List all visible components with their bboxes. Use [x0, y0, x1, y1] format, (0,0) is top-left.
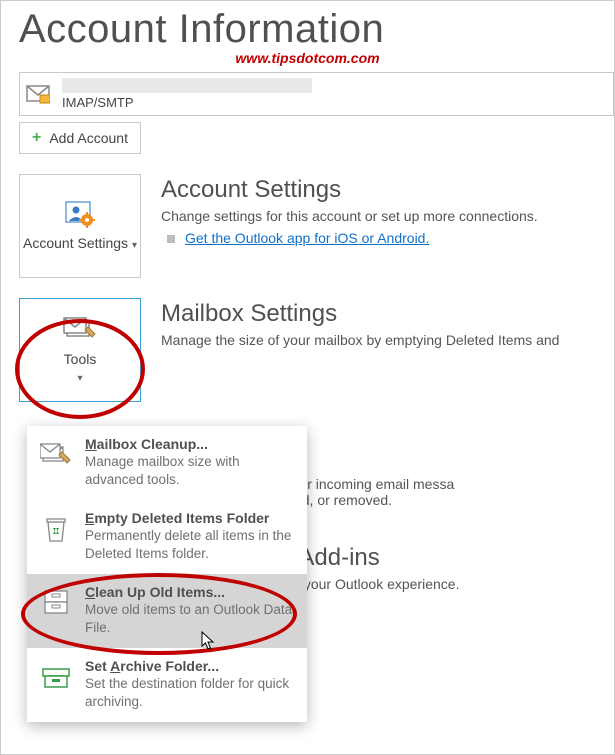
menu-desc-clean-up-old: Move old items to an Outlook Data File. [85, 601, 295, 636]
mailbox-tools-icon [62, 315, 98, 345]
tools-button-label: Tools [64, 351, 97, 367]
person-gear-icon [62, 199, 98, 229]
bullet-icon [167, 235, 175, 243]
page-title: Account Information [19, 7, 614, 52]
account-settings-desc: Change settings for this account or set … [161, 208, 614, 224]
outlook-app-link[interactable]: Get the Outlook app for iOS or Android. [185, 230, 429, 246]
menu-item-mailbox-cleanup[interactable]: Mailbox Cleanup... Manage mailbox size w… [27, 426, 307, 500]
account-email-redacted [62, 78, 312, 93]
account-selector[interactable]: IMAP/SMTP [19, 72, 614, 116]
account-icon [20, 73, 56, 115]
menu-item-set-archive-folder[interactable]: Set Archive Folder... Set the destinatio… [27, 648, 307, 722]
menu-title-empty-deleted: Empty Deleted Items Folder [85, 510, 295, 526]
menu-desc-mailbox-cleanup: Manage mailbox size with advanced tools. [85, 453, 295, 488]
recycle-bin-icon [39, 512, 73, 546]
account-protocol: IMAP/SMTP [62, 95, 613, 110]
archive-drawer-icon [39, 586, 73, 620]
menu-item-clean-up-old[interactable]: Clean Up Old Items... Move old items to … [27, 574, 307, 648]
account-settings-button-label: Account Settings [23, 235, 128, 251]
menu-desc-empty-deleted: Permanently delete all items in the Dele… [85, 527, 295, 562]
add-account-button[interactable]: + Add Account [19, 122, 141, 154]
menu-title-mailbox-cleanup: Mailbox Cleanup... [85, 436, 295, 452]
menu-title-clean-up-old: Clean Up Old Items... [85, 584, 295, 600]
tools-dropdown: Mailbox Cleanup... Manage mailbox size w… [27, 426, 307, 722]
mailbox-cleanup-icon [39, 438, 73, 472]
watermark-text: www.tipsdotcom.com [19, 50, 614, 66]
menu-title-set-archive-folder: Set Archive Folder... [85, 658, 295, 674]
chevron-down-icon: ▾ [77, 373, 82, 384]
mailbox-settings-title: Mailbox Settings [161, 300, 614, 328]
menu-desc-set-archive-folder: Set the destination folder for quick arc… [85, 675, 295, 710]
menu-item-empty-deleted[interactable]: Empty Deleted Items Folder Permanently d… [27, 500, 307, 574]
add-account-label: Add Account [49, 130, 128, 146]
archive-folder-icon [39, 660, 73, 694]
tools-button[interactable]: Tools ▾ [19, 298, 141, 402]
chevron-down-icon: ▾ [132, 240, 137, 251]
mailbox-settings-desc: Manage the size of your mailbox by empty… [161, 332, 614, 348]
account-settings-button[interactable]: Account Settings ▾ [19, 174, 141, 278]
account-settings-title: Account Settings [161, 176, 614, 204]
plus-icon: + [32, 129, 41, 147]
